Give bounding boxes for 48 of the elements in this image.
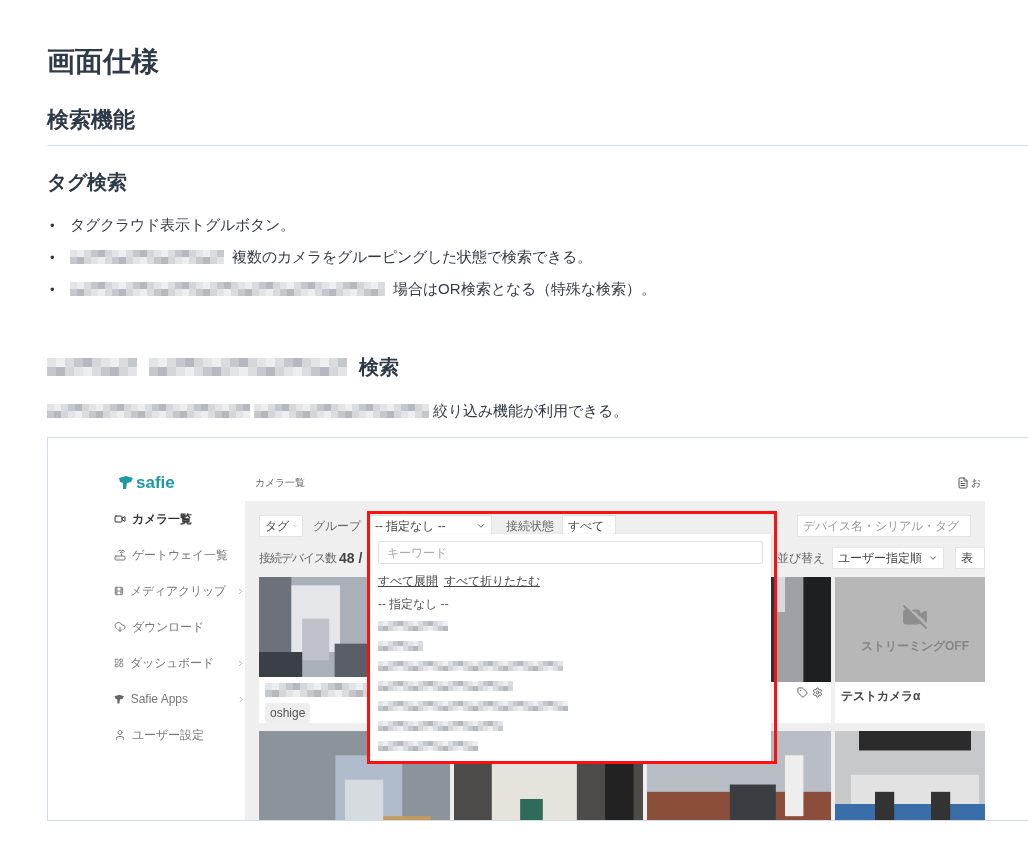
keyword-field[interactable]: キーワード xyxy=(378,541,763,564)
notice-icon[interactable] xyxy=(957,477,969,489)
tag-icon[interactable] xyxy=(797,687,808,698)
group-label: グループ xyxy=(313,517,361,535)
section-heading: 検索機能 xyxy=(47,105,1028,146)
video-camera-icon xyxy=(114,513,126,525)
app-shape-icon xyxy=(114,692,125,706)
bullet-marker: • xyxy=(50,281,56,297)
camera-name: テストカメラα xyxy=(841,688,921,705)
text: 場合はOR検索となる（特殊な検索）。 xyxy=(393,279,656,299)
sidebar-item[interactable]: Safie Apps xyxy=(110,681,245,717)
page-title: カメラ一覧 xyxy=(254,476,306,490)
notice-text: お xyxy=(971,476,981,490)
sidebar-item[interactable]: ダッシュボード xyxy=(110,645,245,681)
cloud-download-icon xyxy=(114,621,126,633)
sort-select[interactable]: ユーザー指定順 xyxy=(832,547,944,569)
redacted-text xyxy=(378,641,423,651)
router-icon xyxy=(114,549,126,561)
tag-chip[interactable]: oshige xyxy=(265,703,311,723)
status-select[interactable]: すべて xyxy=(562,515,616,537)
page-heading: 画面仕様 xyxy=(47,45,160,79)
status-label: 接続状態 xyxy=(506,517,554,535)
text: 検索 xyxy=(359,355,399,380)
redacted-text xyxy=(378,621,448,631)
sidebar-item[interactable]: メディアクリップ xyxy=(110,573,245,609)
film-icon xyxy=(114,585,124,597)
sidebar-item[interactable]: カメラ一覧 xyxy=(110,501,245,537)
text: 複数のカメラをグルーピングした状態で検索できる。 xyxy=(232,247,592,267)
search-field[interactable]: デバイス名・シリアル・タグ xyxy=(797,515,971,537)
bullet-marker: • xyxy=(50,217,56,233)
dashboard-icon xyxy=(114,657,124,669)
sidebar-item[interactable]: ダウンロード xyxy=(110,609,245,645)
camera-off-icon xyxy=(902,604,928,630)
sort-label: 並び替え xyxy=(777,549,825,567)
settings-icon[interactable] xyxy=(812,687,823,698)
sidebar-item[interactable]: ユーザー設定 xyxy=(110,717,245,753)
text: 絞り込み機能が利用できる。 xyxy=(433,401,628,421)
logo-icon xyxy=(118,476,134,490)
sidebar-item[interactable]: ゲートウェイ一覧 xyxy=(110,537,245,573)
bullet-marker: • xyxy=(50,249,56,265)
person-icon xyxy=(114,729,126,741)
count-label: 接続デバイス数 xyxy=(259,549,336,567)
logo-text: safie xyxy=(136,473,175,493)
view-select[interactable]: 表 xyxy=(955,547,985,569)
subsection-heading: タグ検索 xyxy=(47,170,128,195)
device-count: 48 / xyxy=(339,550,363,566)
tag-button[interactable]: タグ xyxy=(259,515,303,537)
text: タグクラウド表示トグルボタン。 xyxy=(70,215,295,235)
